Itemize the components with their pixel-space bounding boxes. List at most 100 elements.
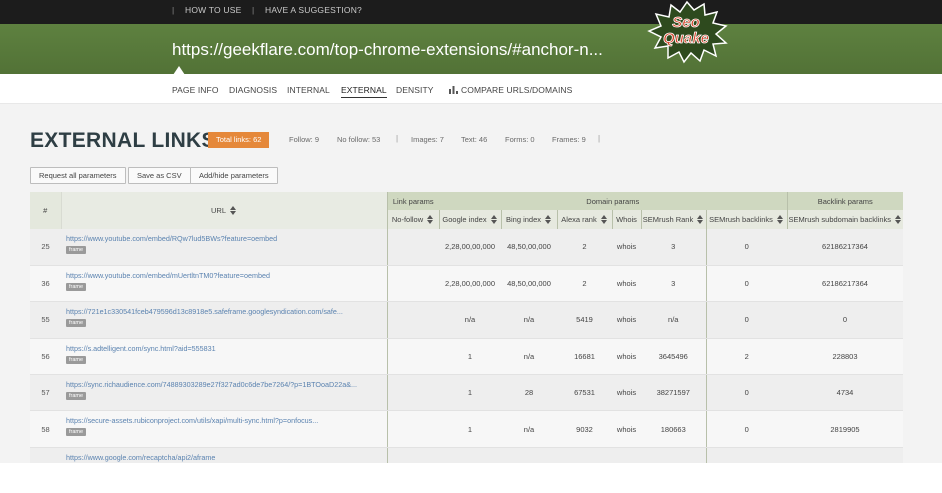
semrush-backlinks-cell: 0 bbox=[705, 229, 787, 266]
stat-nofollow[interactable]: No follow: 53 bbox=[337, 135, 380, 144]
backlink-params-group: Backlink params bbox=[786, 192, 903, 210]
semrush-rank-cell: 38271597 bbox=[641, 374, 706, 412]
sort-icon[interactable] bbox=[697, 215, 704, 225]
whois-cell[interactable]: whois bbox=[612, 265, 641, 303]
analyzed-url: https://geekflare.com/top-chrome-extensi… bbox=[172, 40, 603, 59]
tab-diagnosis[interactable]: DIAGNOSIS bbox=[229, 85, 277, 95]
table-row: 36 https://www.youtube.com/embed/mUertltn… bbox=[30, 265, 903, 303]
suggestion-link[interactable]: HAVE A SUGGESTION? bbox=[265, 5, 362, 15]
whois-cell[interactable]: whois bbox=[612, 410, 641, 448]
google-cell: 1 bbox=[439, 338, 501, 376]
separator: | bbox=[172, 5, 175, 15]
main-content: EXTERNAL LINKS Total links: 62 Follow: 9… bbox=[0, 104, 942, 493]
external-link[interactable]: https://www.youtube.com/embed/RQw7lud5BW… bbox=[66, 234, 387, 243]
separator: | bbox=[598, 134, 601, 143]
col-semrush-subdomain-header[interactable]: SEMrush subdomain backlinks bbox=[786, 210, 903, 229]
how-to-use-link[interactable]: HOW TO USE bbox=[185, 5, 241, 15]
tab-compare-urls[interactable]: COMPARE URLS/DOMAINS bbox=[449, 85, 572, 95]
sort-icon[interactable] bbox=[490, 215, 498, 225]
tab-external[interactable]: EXTERNAL bbox=[341, 85, 387, 98]
row-number: 56 bbox=[30, 338, 61, 376]
col-google-index-header[interactable]: Google index bbox=[438, 210, 501, 229]
semrush-backlinks-cell: 0 bbox=[705, 374, 787, 412]
whois-cell[interactable]: whois bbox=[612, 301, 641, 339]
sort-icon[interactable] bbox=[895, 215, 902, 225]
col-nofollow-header[interactable]: No-follow bbox=[386, 210, 439, 229]
svg-text:Quake: Quake bbox=[663, 30, 709, 47]
alexa-cell: 16681 bbox=[557, 338, 612, 376]
external-link[interactable]: https://secure-assets.rubiconproject.com… bbox=[66, 416, 387, 425]
external-link[interactable]: https://sync.richaudience.com/7488930328… bbox=[66, 380, 387, 389]
alexa-cell: 67531 bbox=[557, 374, 612, 412]
frame-tag: frame bbox=[66, 392, 87, 401]
frame-tag: frame bbox=[66, 428, 87, 437]
col-semrush-rank-header[interactable]: SEMrush Rank bbox=[640, 210, 706, 229]
url-cell: https://s.adtelligent.com/sync.html?aid=… bbox=[61, 338, 387, 376]
semrush-rank-cell: 3 bbox=[641, 265, 706, 303]
tab-density[interactable]: DENSITY bbox=[396, 85, 434, 95]
sort-icon[interactable] bbox=[230, 206, 237, 216]
page-bottom-area bbox=[0, 463, 942, 493]
semrush-rank-cell: 3645496 bbox=[641, 338, 706, 376]
col-num-header[interactable]: # bbox=[30, 192, 61, 229]
bing-cell: 28 bbox=[501, 374, 557, 412]
external-link[interactable]: https://www.youtube.com/embed/mUertltnTM… bbox=[66, 271, 387, 280]
col-url-header[interactable]: URL bbox=[60, 192, 387, 229]
semrush-rank-cell: n/a bbox=[641, 301, 706, 339]
bing-cell: n/a bbox=[501, 301, 557, 339]
semrush-backlinks-cell: 0 bbox=[705, 301, 787, 339]
row-number: 55 bbox=[30, 301, 61, 339]
google-cell: 2,28,00,00,000 bbox=[439, 265, 501, 303]
domain-params-group: Domain params bbox=[439, 192, 787, 210]
external-link[interactable]: https://s.adtelligent.com/sync.html?aid=… bbox=[66, 344, 387, 353]
alexa-cell: 9032 bbox=[557, 410, 612, 448]
frame-tag: frame bbox=[66, 319, 87, 328]
tab-page-info[interactable]: PAGE INFO bbox=[172, 85, 219, 95]
page-title: EXTERNAL LINKS bbox=[30, 129, 216, 152]
nofollow-cell bbox=[386, 410, 439, 448]
whois-cell[interactable]: whois bbox=[612, 374, 641, 412]
sort-icon[interactable] bbox=[545, 215, 552, 225]
link-params-group: Link params bbox=[386, 192, 439, 210]
stat-images[interactable]: Images: 7 bbox=[411, 135, 444, 144]
row-number: 25 bbox=[30, 229, 61, 266]
sort-icon[interactable] bbox=[776, 215, 784, 225]
seoquake-logo[interactable]: Seo Quake bbox=[642, 0, 732, 64]
semrush-rank-cell: 3 bbox=[641, 229, 706, 266]
url-cell: https://www.youtube.com/embed/mUertltnTM… bbox=[61, 265, 387, 303]
add-hide-parameters-button[interactable]: Add/hide parameters bbox=[190, 167, 278, 184]
external-link[interactable]: https://721e1c330541fceb479596d13c8918e5… bbox=[66, 307, 387, 316]
stat-forms[interactable]: Forms: 0 bbox=[505, 135, 535, 144]
save-as-csv-button[interactable]: Save as CSV bbox=[128, 167, 191, 184]
sort-icon[interactable] bbox=[427, 215, 434, 225]
semrush-backlinks-cell: 0 bbox=[705, 410, 787, 448]
semrush-subdomain-cell: 2819905 bbox=[787, 410, 903, 448]
tab-internal[interactable]: INTERNAL bbox=[287, 85, 330, 95]
main-nav: PAGE INFO DIAGNOSIS INTERNAL EXTERNAL DE… bbox=[0, 74, 942, 104]
external-link[interactable]: https://www.google.com/recaptcha/api2/af… bbox=[66, 453, 387, 462]
svg-text:Seo: Seo bbox=[672, 14, 700, 31]
total-links-badge[interactable]: Total links: 62 bbox=[208, 132, 270, 148]
sort-icon[interactable] bbox=[600, 215, 608, 225]
stat-frames[interactable]: Frames: 9 bbox=[552, 135, 586, 144]
request-all-parameters-button[interactable]: Request all parameters bbox=[30, 167, 126, 184]
top-bar: | HOW TO USE | HAVE A SUGGESTION? bbox=[0, 0, 942, 24]
nofollow-cell bbox=[386, 265, 439, 303]
external-links-table: # URL Link params Domain params Backlink… bbox=[30, 192, 903, 485]
whois-cell[interactable]: whois bbox=[612, 229, 641, 266]
bing-cell: n/a bbox=[501, 410, 557, 448]
stat-follow[interactable]: Follow: 9 bbox=[289, 135, 319, 144]
semrush-backlinks-cell: 2 bbox=[705, 338, 787, 376]
row-number: 57 bbox=[30, 374, 61, 412]
url-cell: https://www.youtube.com/embed/RQw7lud5BW… bbox=[61, 229, 387, 266]
row-number: 58 bbox=[30, 410, 61, 448]
bing-cell: n/a bbox=[501, 338, 557, 376]
whois-cell[interactable]: whois bbox=[612, 338, 641, 376]
stat-text[interactable]: Text: 46 bbox=[461, 135, 487, 144]
semrush-subdomain-cell: 4734 bbox=[787, 374, 903, 412]
col-alexa-rank-header[interactable]: Alexa rank bbox=[556, 210, 612, 229]
col-bing-index-header[interactable]: Bing index bbox=[500, 210, 557, 229]
semrush-subdomain-cell: 228803 bbox=[787, 338, 903, 376]
col-semrush-backlinks-header[interactable]: SEMrush backlinks bbox=[705, 210, 787, 229]
frame-tag: frame bbox=[66, 246, 87, 254]
